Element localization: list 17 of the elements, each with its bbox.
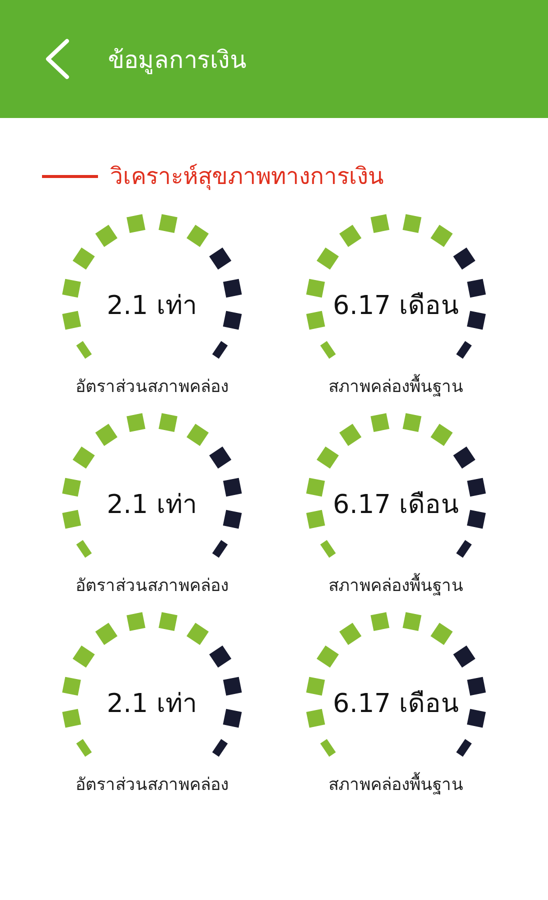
section-title: วิเคราะห์สุขภาพทางการเงิน bbox=[110, 162, 384, 192]
gauge-label: สภาพคล่องพื้นฐาน bbox=[328, 571, 464, 598]
gauge-value: 6.17 เดือน bbox=[332, 688, 460, 721]
back-button[interactable] bbox=[44, 38, 70, 80]
section-accent-line bbox=[42, 174, 98, 178]
gauge-value: 2.1 เท่า bbox=[106, 489, 198, 522]
gauge-label: อัตราส่วนสภาพคล่อง bbox=[76, 575, 228, 598]
gauge-value: 6.17 เดือน bbox=[332, 489, 460, 522]
gauge-label: อัตราส่วนสภาพคล่อง bbox=[76, 376, 228, 399]
gauge-value: 2.1 เท่า bbox=[106, 688, 198, 721]
gauge-label: อัตราส่วนสภาพคล่อง bbox=[76, 774, 228, 797]
gauge-value: 6.17 เดือน bbox=[332, 290, 460, 323]
page-title: ข้อมูลการเงิน bbox=[108, 44, 246, 76]
gauge-label: สภาพคล่องพื้นฐาน bbox=[328, 770, 464, 797]
gauge-label: สภาพคล่องพื้นฐาน bbox=[328, 372, 464, 399]
gauge-value: 2.1 เท่า bbox=[106, 290, 198, 323]
back-icon bbox=[44, 38, 70, 80]
